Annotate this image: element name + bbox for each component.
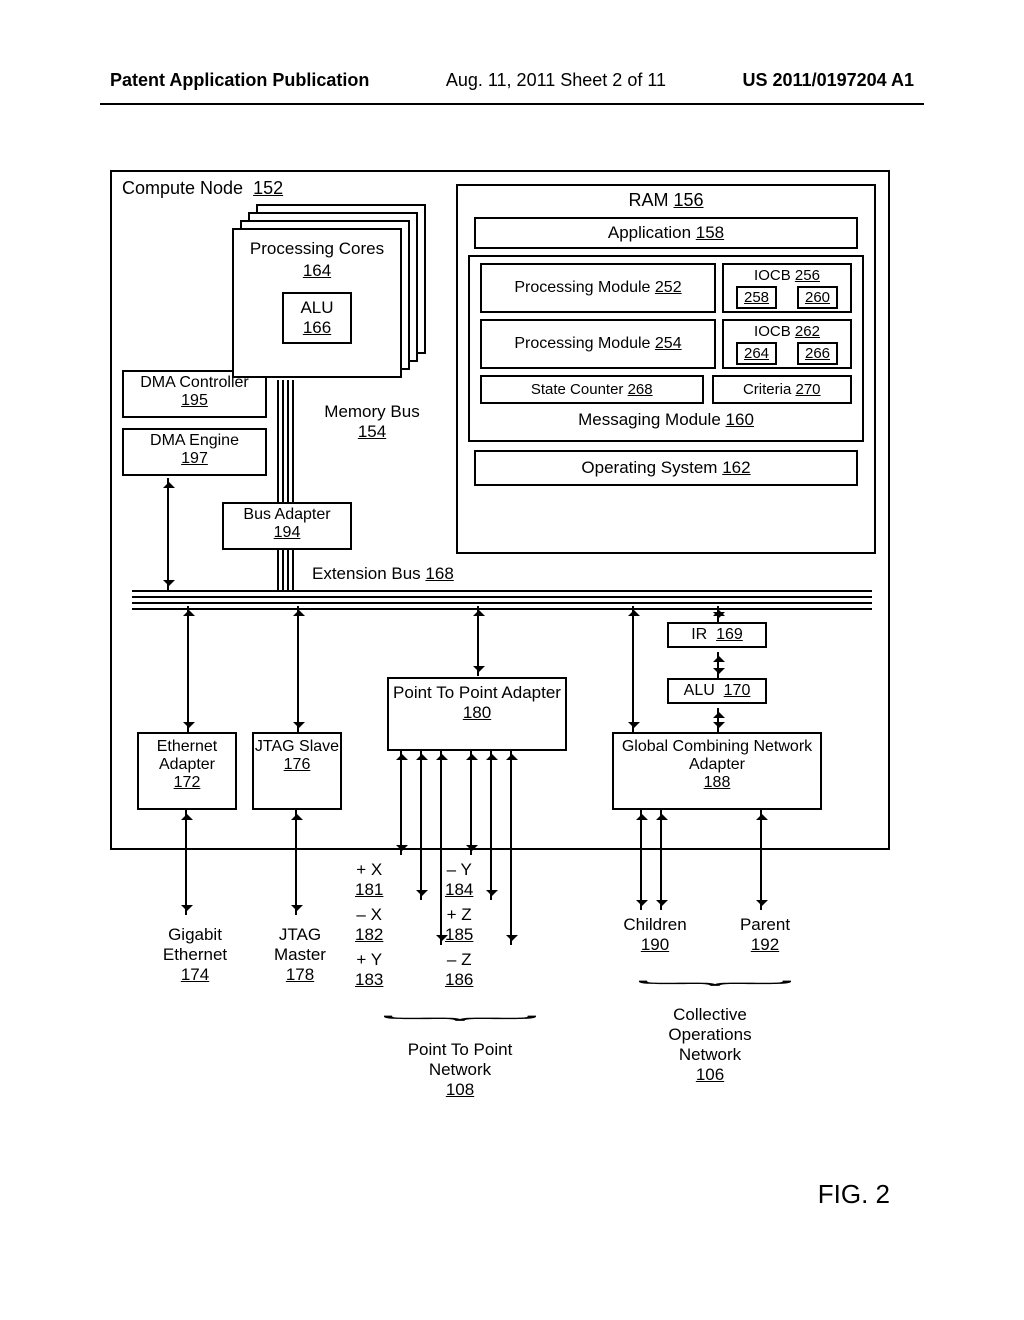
ethernet-adapter: Ethernet Adapter172 <box>137 732 237 810</box>
processing-module-2: Processing Module 254 <box>480 319 716 369</box>
bus-adapter-to-extbus <box>277 550 297 590</box>
co-network: Collective Operations Network106 <box>640 1005 780 1085</box>
parent-label: Parent192 <box>725 915 805 955</box>
jtag-master: JTAG Master178 <box>260 925 340 985</box>
arrow-gcn-child1 <box>640 810 642 910</box>
pm-row-1: Processing Module 252 IOCB 256 258 260 <box>480 263 852 313</box>
minus-x: – X182 <box>355 905 383 945</box>
iocb1-a: 258 <box>736 286 777 309</box>
dma-engine: DMA Engine197 <box>122 428 267 476</box>
processing-module-1: Processing Module 252 <box>480 263 716 313</box>
messaging-module: Messaging Module 160 <box>470 410 862 430</box>
arrow-p2p-px <box>400 750 402 855</box>
arrow-p2p-ny <box>470 750 472 855</box>
criteria: Criteria 270 <box>712 375 853 404</box>
plus-y: + Y183 <box>355 950 383 990</box>
arrow-p2p-nx <box>420 750 422 900</box>
iocb-2: IOCB 262 264 266 <box>722 319 852 369</box>
ram-box: RAM 156 Application 158 Processing Modul… <box>456 184 876 554</box>
arrow-gcn-parent <box>760 810 762 910</box>
compute-node-label: Compute Node 152 <box>122 178 283 199</box>
gigabit-ethernet: Gigabit Ethernet174 <box>145 925 245 985</box>
state-counter: State Counter 268 <box>480 375 704 404</box>
arrow-ir-alu <box>717 652 719 678</box>
core-alu: ALU166 <box>282 292 352 344</box>
arrow-p2p-py <box>440 750 442 945</box>
header-left: Patent Application Publication <box>110 70 369 91</box>
iocb1-b: 260 <box>797 286 838 309</box>
arrow-p2p-pz <box>490 750 492 900</box>
alu-box: ALU 170 <box>667 678 767 704</box>
iocb2-a: 264 <box>736 342 777 365</box>
iocb2-b: 266 <box>797 342 838 365</box>
cores-title: Processing Cores164 <box>234 238 400 282</box>
iocb-1: IOCB 256 258 260 <box>722 263 852 313</box>
p2p-adapter: Point To Point Adapter180 <box>387 677 567 751</box>
memory-bus-label: Memory Bus154 <box>312 402 432 442</box>
arrow-gcn-child2 <box>660 810 662 910</box>
page: Patent Application Publication Aug. 11, … <box>0 0 1024 1320</box>
arrow-eth-gige <box>185 810 187 915</box>
figure-2: Compute Node 152 Processing Cores164 ALU… <box>110 170 890 1210</box>
arrow-dma-extbus <box>167 478 169 590</box>
arrow-extbus-jtag <box>297 606 299 732</box>
application-box: Application 158 <box>474 217 858 249</box>
arrow-extbus-ir <box>717 606 719 622</box>
brace-p2p: ︸ <box>380 1010 540 1039</box>
page-header: Patent Application Publication Aug. 11, … <box>0 0 1024 101</box>
header-mid: Aug. 11, 2011 Sheet 2 of 11 <box>446 70 666 91</box>
ram-title: RAM 156 <box>458 190 874 211</box>
arrow-extbus-eth <box>187 606 189 732</box>
arrow-alu-gcn <box>717 708 719 732</box>
messaging-module-group: Processing Module 252 IOCB 256 258 260 P… <box>468 255 864 442</box>
jtag-slave: JTAG Slave176 <box>252 732 342 810</box>
ir-box: IR 169 <box>667 622 767 648</box>
plus-x: + X181 <box>355 860 383 900</box>
gcn-adapter: Global Combining Network Adapter188 <box>612 732 822 810</box>
extension-bus-label: Extension Bus 168 <box>312 564 454 584</box>
brace-co: ︸ <box>635 975 795 1004</box>
compute-node-box: Compute Node 152 Processing Cores164 ALU… <box>110 170 890 850</box>
arrow-extbus-p2p <box>477 606 479 676</box>
compute-node-ref: 152 <box>253 178 283 198</box>
core-front: Processing Cores164 ALU166 <box>232 228 402 378</box>
state-criteria-row: State Counter 268 Criteria 270 <box>480 375 852 404</box>
plus-z: + Z185 <box>445 905 473 945</box>
header-rule <box>100 103 924 105</box>
children-label: Children190 <box>610 915 700 955</box>
figure-label: FIG. 2 <box>818 1179 890 1210</box>
arrow-p2p-nz <box>510 750 512 945</box>
minus-y: – Y184 <box>445 860 473 900</box>
operating-system: Operating System 162 <box>474 450 858 486</box>
header-right: US 2011/0197204 A1 <box>743 70 914 91</box>
memory-bus-lines <box>277 380 297 502</box>
compute-node-text: Compute Node <box>122 178 243 198</box>
arrow-extbus-gcn <box>632 606 634 732</box>
pm-row-2: Processing Module 254 IOCB 262 264 266 <box>480 319 852 369</box>
minus-z: – Z186 <box>445 950 473 990</box>
p2p-network: Point To Point Network108 <box>390 1040 530 1100</box>
bus-adapter: Bus Adapter194 <box>222 502 352 550</box>
arrow-jtag-master <box>295 810 297 915</box>
